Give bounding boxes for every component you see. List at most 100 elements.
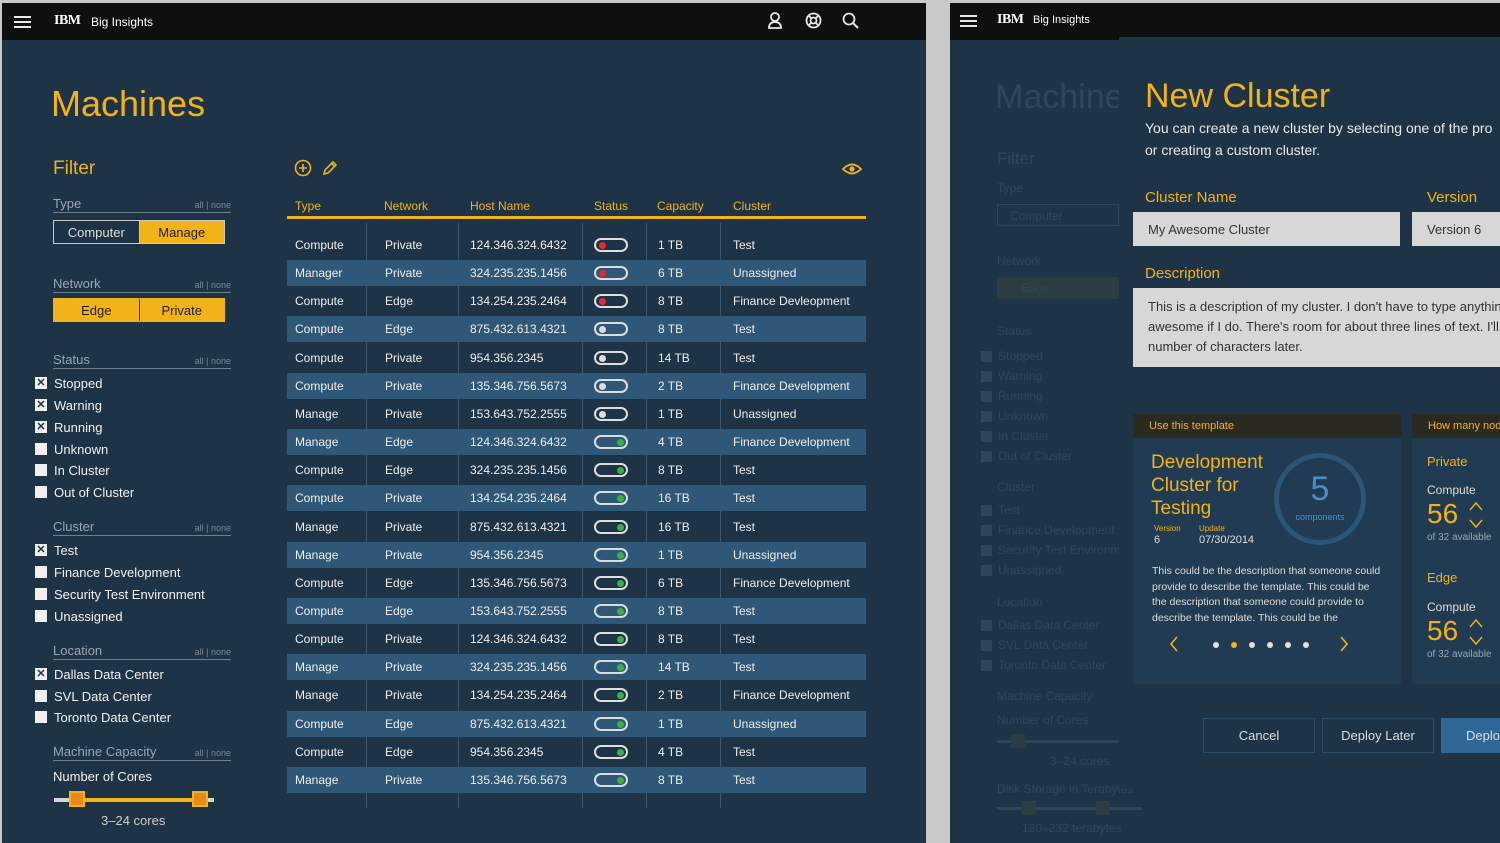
table-row[interactable]: Compute Edge 135.346.756.5673 6 TB Finance D… bbox=[287, 570, 866, 596]
network-all-none-link[interactable]: all | none bbox=[195, 280, 231, 290]
deploy-button[interactable]: Deploy bbox=[1441, 718, 1500, 753]
table-row[interactable]: Manage Private 134.254.235.2464 2 TB Finance… bbox=[287, 682, 866, 708]
stepper-updown-icon[interactable] bbox=[1469, 501, 1483, 534]
cluster-finance-checkbox[interactable]: Finance Development bbox=[35, 565, 180, 580]
table-row[interactable]: Compute Edge 954.356.2345 4 TB Test bbox=[287, 739, 866, 765]
status-toggle[interactable] bbox=[594, 491, 628, 506]
status-toggle[interactable] bbox=[594, 772, 628, 787]
carousel-dot[interactable] bbox=[1303, 642, 1309, 648]
location-all-none-link[interactable]: all | none bbox=[195, 647, 231, 657]
type-all-none-link[interactable]: all | none bbox=[195, 200, 231, 210]
bg-checkbox-label: Stopped bbox=[998, 349, 1043, 363]
view-eye-icon[interactable] bbox=[841, 160, 863, 182]
status-toggle[interactable] bbox=[594, 632, 628, 647]
column-header-type[interactable]: Type bbox=[295, 199, 321, 213]
carousel-prev-icon[interactable] bbox=[1169, 636, 1179, 657]
status-warning-checkbox[interactable]: ✕ Warning bbox=[35, 398, 102, 413]
table-row[interactable]: Compute Private 954.356.2345 14 TB Test bbox=[287, 345, 866, 371]
table-row[interactable]: Compute Edge 324.235.235.1456 8 TB Test bbox=[287, 457, 866, 483]
column-header-capacity[interactable]: Capacity bbox=[657, 199, 704, 213]
status-toggle[interactable] bbox=[594, 238, 628, 252]
user-icon[interactable] bbox=[767, 11, 783, 34]
cluster-unassigned-checkbox[interactable]: Unassigned bbox=[35, 609, 123, 624]
status-toggle[interactable] bbox=[594, 575, 628, 590]
table-row[interactable]: Manage Edge 124.346.324.6432 4 TB Finance De… bbox=[287, 429, 866, 456]
table-row[interactable]: Manage Private 135.346.756.5673 8 TB Test bbox=[287, 766, 866, 793]
table-row[interactable]: Manager Private 324.235.235.1456 6 TB Unassi… bbox=[287, 260, 866, 287]
location-toronto-checkbox[interactable]: Toronto Data Center bbox=[35, 710, 171, 725]
location-dallas-checkbox[interactable]: ✕ Dallas Data Center bbox=[35, 667, 164, 682]
table-row[interactable]: Compute Private 134.254.235.2464 16 TB Test bbox=[287, 485, 866, 512]
table-row[interactable]: Compute Private 124.346.324.6432 1 TB Test bbox=[287, 232, 866, 258]
status-toggle[interactable] bbox=[594, 463, 628, 478]
status-toggle[interactable] bbox=[594, 744, 628, 759]
stepper-updown-icon[interactable] bbox=[1469, 618, 1483, 651]
table-row[interactable]: Compute Edge 134.254.235.2464 8 TB Finance D… bbox=[287, 288, 866, 314]
column-header-cluster[interactable]: Cluster bbox=[733, 199, 771, 213]
table-row[interactable]: Compute Edge 153.643.752.2555 8 TB Test bbox=[287, 597, 866, 624]
help-lifebuoy-icon[interactable] bbox=[805, 12, 822, 34]
status-toggle[interactable] bbox=[594, 603, 628, 618]
status-running-checkbox[interactable]: ✕ Running bbox=[35, 420, 102, 435]
status-toggle[interactable] bbox=[594, 294, 628, 309]
status-unknown-checkbox[interactable]: Unknown bbox=[35, 442, 108, 457]
table-row[interactable]: Manage Private 875.432.613.4321 16 TB Test bbox=[287, 514, 866, 540]
status-toggle[interactable] bbox=[594, 547, 628, 562]
nodes-private-count[interactable]: 56 bbox=[1427, 498, 1458, 530]
status-toggle[interactable] bbox=[594, 406, 628, 421]
table-row[interactable]: Compute Edge 875.432.613.4321 1 TB Unassigne… bbox=[287, 710, 866, 737]
deploy-later-button[interactable]: Deploy Later bbox=[1322, 718, 1434, 753]
version-select[interactable]: Version 6 bbox=[1412, 212, 1500, 246]
carousel-dot[interactable] bbox=[1231, 642, 1237, 648]
column-header-status[interactable]: Status bbox=[594, 199, 628, 213]
carousel-dot[interactable] bbox=[1267, 642, 1273, 648]
capacity-all-none-link[interactable]: all | none bbox=[195, 748, 231, 758]
add-machine-icon[interactable] bbox=[294, 159, 312, 183]
cell-network: Private bbox=[385, 519, 423, 534]
hamburger-menu-icon[interactable] bbox=[960, 15, 977, 27]
description-textarea[interactable]: This is a description of my cluster. I d… bbox=[1133, 288, 1500, 367]
column-header-network[interactable]: Network bbox=[384, 199, 428, 213]
carousel-dot[interactable] bbox=[1285, 642, 1291, 648]
type-computer-button[interactable]: Computer bbox=[54, 221, 140, 243]
table-row[interactable]: Compute Private 135.346.756.5673 2 TB Financ… bbox=[287, 372, 866, 399]
table-row[interactable]: Compute Private 124.346.324.6432 8 TB Test bbox=[287, 626, 866, 652]
cluster-all-none-link[interactable]: all | none bbox=[195, 523, 231, 533]
status-stopped-checkbox[interactable]: ✕ Stopped bbox=[35, 376, 102, 391]
status-toggle[interactable] bbox=[594, 688, 628, 703]
table-row[interactable]: Manage Private 153.643.752.2555 1 TB Unassig… bbox=[287, 401, 866, 427]
status-toggle[interactable] bbox=[594, 266, 628, 281]
location-svl-checkbox[interactable]: SVL Data Center bbox=[35, 689, 152, 704]
status-toggle[interactable] bbox=[594, 716, 628, 731]
cell-cluster: Test bbox=[733, 603, 756, 618]
status-toggle[interactable] bbox=[594, 378, 628, 393]
status-toggle[interactable] bbox=[594, 660, 628, 675]
status-in-cluster-checkbox[interactable]: In Cluster bbox=[35, 463, 110, 478]
nodes-edge-count[interactable]: 56 bbox=[1427, 615, 1458, 647]
cluster-test-checkbox[interactable]: ✕ Test bbox=[35, 543, 78, 558]
cores-slider-min-handle[interactable] bbox=[69, 791, 85, 807]
table-row[interactable]: Manage Private 954.356.2345 1 TB Unassigned bbox=[287, 541, 866, 568]
edit-pencil-icon[interactable] bbox=[321, 159, 339, 183]
carousel-next-icon[interactable] bbox=[1339, 636, 1349, 657]
cluster-name-input[interactable]: My Awesome Cluster bbox=[1133, 212, 1400, 246]
status-toggle[interactable] bbox=[594, 322, 628, 337]
network-private-button[interactable]: Private bbox=[139, 299, 224, 321]
carousel-dot[interactable] bbox=[1249, 642, 1255, 648]
status-toggle[interactable] bbox=[594, 350, 628, 365]
table-row[interactable]: Compute Edge 875.432.613.4321 8 TB Test bbox=[287, 316, 866, 343]
carousel-dot[interactable] bbox=[1213, 642, 1219, 648]
hamburger-menu-icon[interactable] bbox=[14, 16, 31, 28]
cores-slider-max-handle[interactable] bbox=[192, 791, 208, 807]
status-all-none-link[interactable]: all | none bbox=[195, 356, 231, 366]
status-toggle[interactable] bbox=[594, 519, 628, 534]
cluster-security-checkbox[interactable]: Security Test Environment bbox=[35, 587, 205, 602]
network-edge-button[interactable]: Edge bbox=[54, 299, 140, 321]
table-row[interactable]: Manage Private 324.235.235.1456 14 TB Test bbox=[287, 654, 866, 681]
cancel-button[interactable]: Cancel bbox=[1203, 718, 1315, 753]
column-header-host-name[interactable]: Host Name bbox=[470, 199, 530, 213]
status-toggle[interactable] bbox=[594, 435, 628, 450]
status-out-of-cluster-checkbox[interactable]: Out of Cluster bbox=[35, 485, 134, 500]
type-manage-button[interactable]: Manage bbox=[139, 221, 224, 243]
search-icon[interactable] bbox=[842, 12, 859, 34]
